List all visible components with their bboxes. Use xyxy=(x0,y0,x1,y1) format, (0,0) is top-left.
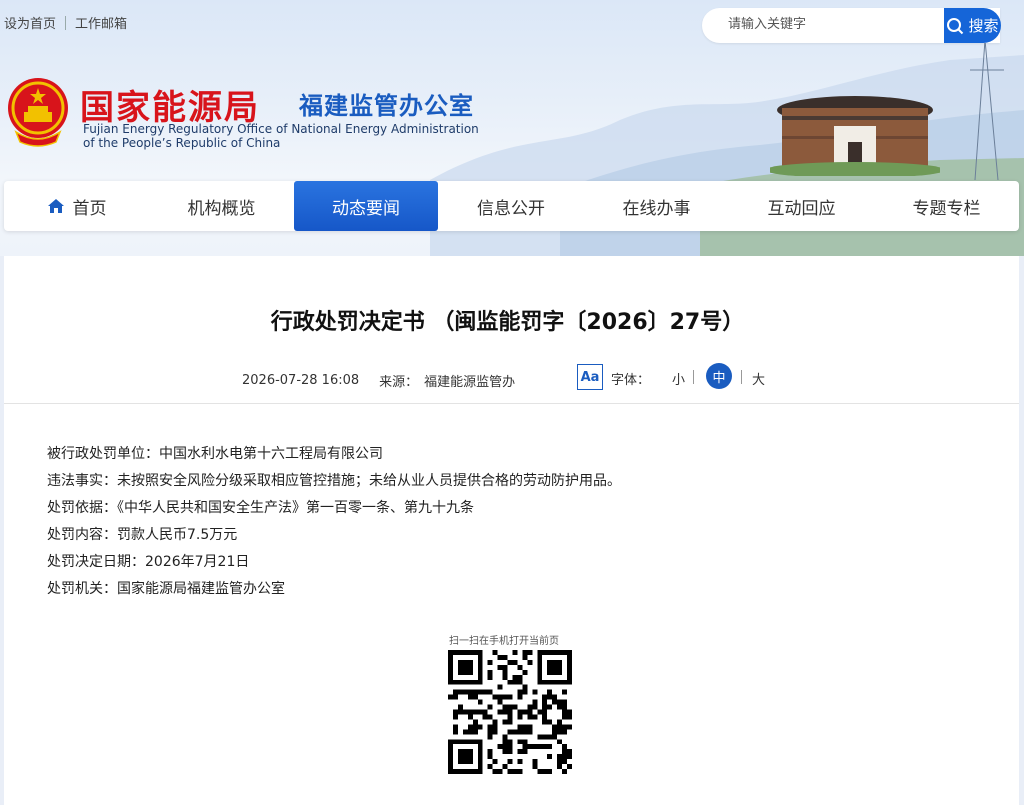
nav-item-overview[interactable]: 机构概览 xyxy=(149,181,294,231)
nav-item-topics[interactable]: 专题专栏 xyxy=(874,181,1019,231)
title-en-line1: Fujian Energy Regulatory Office of Natio… xyxy=(83,122,479,136)
article-title: 行政处罚决定书 （闽监能罚字〔2026〕27号） xyxy=(270,310,745,335)
body-line: 处罚机关：国家能源局福建监管办公室 xyxy=(47,581,285,597)
source-label: 来源： xyxy=(379,374,419,390)
body-line: 处罚依据：《中华人民共和国安全生产法》第一百零一条、第九十九条 xyxy=(47,500,474,516)
divider xyxy=(741,370,742,384)
qr-code-icon xyxy=(448,650,572,774)
nav-item-label: 首页 xyxy=(72,198,107,219)
font-size-label: 字体： xyxy=(611,373,651,388)
font-size-icon: Aa xyxy=(577,364,603,390)
font-size-large[interactable]: 大 xyxy=(752,369,765,388)
nav-item-label: 互动回应 xyxy=(767,198,836,219)
divider xyxy=(65,15,67,30)
nav-item-label: 机构概览 xyxy=(187,198,256,219)
home-icon xyxy=(47,199,64,213)
divider xyxy=(693,370,694,384)
nav-item-interaction[interactable]: 互动回应 xyxy=(729,181,874,231)
article-meta: 2026-07-28 16:08 来源： 福建能源监管办 xyxy=(242,369,515,391)
nav-item-label: 在线办事 xyxy=(622,198,691,219)
search-button-label: 搜索 xyxy=(968,17,999,35)
search-icon xyxy=(947,17,964,34)
site-subtitle: 福建监管办公室 xyxy=(299,92,474,120)
article-source: 福建能源监管办 xyxy=(424,374,516,390)
search-button[interactable]: 搜索 xyxy=(944,8,1001,43)
tulou-building-image xyxy=(770,96,940,176)
qr-caption: 扫一扫在手机打开当前页 xyxy=(449,636,559,647)
title-en-line2: of the People’s Republic of China xyxy=(83,136,281,150)
search-input[interactable] xyxy=(726,16,940,33)
nav-item-info[interactable]: 信息公开 xyxy=(438,181,584,231)
work-mail-link[interactable]: 工作邮箱 xyxy=(75,13,127,32)
meta-divider xyxy=(4,403,1019,404)
nav-item-label: 专题专栏 xyxy=(912,198,981,219)
body-line: 违法事实：未按照安全风险分级采取相应管控措施；未给从业人员提供合格的劳动防护用品… xyxy=(47,473,621,489)
body-line: 被行政处罚单位：中国水利水电第十六工程局有限公司 xyxy=(47,446,383,462)
body-line: 处罚决定日期：2026年7月21日 xyxy=(47,554,250,570)
main-nav: 首页 机构概览 动态要闻 信息公开 在线办事 互动回应 专题专栏 xyxy=(4,181,1019,231)
article-body: 被行政处罚单位：中国水利水电第十六工程局有限公司 违法事实：未按照安全风险分级采… xyxy=(47,443,621,605)
article-date: 2026-07-28 16:08 xyxy=(242,372,360,388)
site-title-english: Fujian Energy Regulatory Office of Natio… xyxy=(83,122,479,150)
nav-item-label: 信息公开 xyxy=(477,198,545,219)
set-home-link[interactable]: 设为首页 xyxy=(4,13,56,32)
national-emblem-icon xyxy=(8,78,68,147)
nav-item-home[interactable]: 首页 xyxy=(4,181,149,231)
top-links: 设为首页 工作邮箱 xyxy=(4,13,127,32)
font-size-medium[interactable]: 中 xyxy=(706,363,732,389)
nav-item-news[interactable]: 动态要闻 xyxy=(294,181,438,231)
body-line: 处罚内容：罚款人民币7.5万元 xyxy=(47,527,238,543)
nav-item-online[interactable]: 在线办事 xyxy=(584,181,729,231)
font-size-small[interactable]: 小 xyxy=(672,369,685,388)
nav-item-label: 动态要闻 xyxy=(332,198,400,219)
